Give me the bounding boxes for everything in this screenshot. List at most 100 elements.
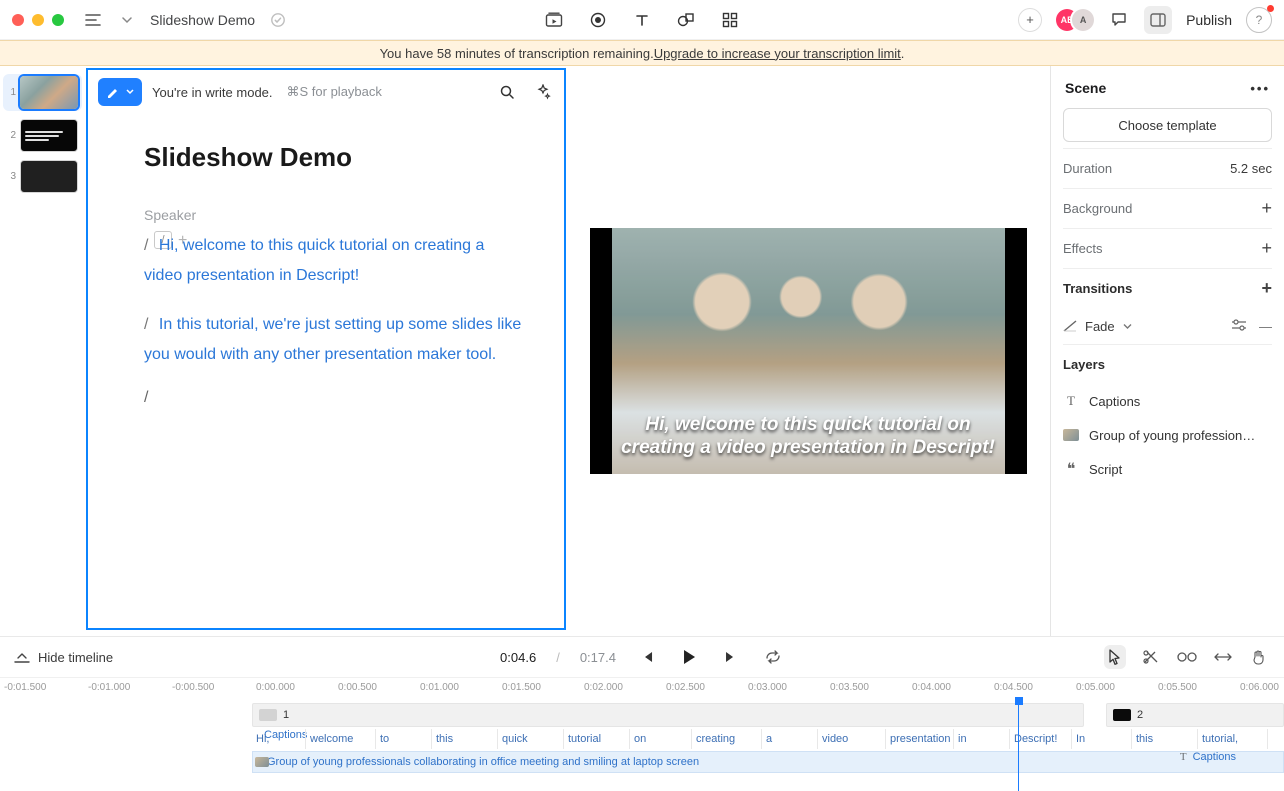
timeline-word[interactable]: video xyxy=(818,729,886,749)
scene-rail-item-1[interactable]: 1 xyxy=(3,74,82,111)
zoom-window-icon[interactable] xyxy=(52,14,64,26)
playhead[interactable] xyxy=(1018,699,1019,791)
media-library-button[interactable] xyxy=(543,9,565,31)
hide-timeline-label: Hide timeline xyxy=(38,650,113,665)
chevron-down-icon[interactable] xyxy=(1123,322,1132,331)
ruler-tick: 0:00.000 xyxy=(256,682,295,693)
templates-grid-button[interactable] xyxy=(719,9,741,31)
document-title[interactable]: Slideshow Demo xyxy=(144,142,524,173)
titlebar: Slideshow Demo + AB A xyxy=(0,0,1284,40)
timeline-word[interactable]: on xyxy=(630,729,692,749)
inspector-toggle-button[interactable] xyxy=(1144,6,1172,34)
inspector-more-button[interactable]: ••• xyxy=(1250,81,1270,96)
resize-tool-button[interactable] xyxy=(1212,646,1234,668)
script-paragraph[interactable]: / Hi, welcome to this quick tutorial on … xyxy=(144,231,524,292)
effects-row[interactable]: Effects + xyxy=(1063,228,1272,268)
timeline-scene-1[interactable]: 1 xyxy=(252,703,1084,727)
background-row[interactable]: Background + xyxy=(1063,188,1272,228)
timeline-word[interactable]: in xyxy=(954,729,1010,749)
image-layer-icon xyxy=(1063,429,1079,441)
ruler-tick: -0:01.500 xyxy=(4,682,46,693)
timeline-word[interactable]: welcome xyxy=(306,729,376,749)
word-track[interactable]: Hi,welcometothisquicktutorialoncreatinga… xyxy=(252,729,1284,753)
transition-fade-row[interactable]: Fade — xyxy=(1063,308,1272,344)
layers-heading: Layers xyxy=(1063,357,1105,372)
script-text[interactable]: Hi, welcome to this quick tutorial on cr… xyxy=(144,237,484,284)
skip-back-button[interactable] xyxy=(636,646,658,668)
pointer-tool-button[interactable] xyxy=(1104,645,1126,669)
timeline-word[interactable]: Descript! xyxy=(1010,729,1072,749)
image-track[interactable]: Group of young professionals collaborati… xyxy=(252,751,1284,773)
timeline-word[interactable]: this xyxy=(432,729,498,749)
project-menu-chevron-icon[interactable] xyxy=(116,9,138,31)
timeline-scene-2[interactable]: 2 xyxy=(1106,703,1284,727)
text-tool-button[interactable] xyxy=(631,9,653,31)
avatar-a[interactable]: A xyxy=(1072,9,1094,31)
comments-button[interactable] xyxy=(1108,9,1130,31)
speaker-label[interactable]: Speaker xyxy=(144,207,524,223)
project-title[interactable]: Slideshow Demo xyxy=(150,12,255,28)
add-effect-button[interactable]: + xyxy=(1261,238,1272,259)
layer-script[interactable]: ❝ Script xyxy=(1063,452,1272,486)
scene-rail-item-2[interactable]: 2 xyxy=(6,119,79,152)
timeline-word[interactable]: quick xyxy=(498,729,564,749)
add-transition-button[interactable]: + xyxy=(1261,278,1272,299)
scene-rail-number: 1 xyxy=(6,87,16,98)
window-controls xyxy=(12,14,64,26)
script-text[interactable]: In this tutorial, we're just setting up … xyxy=(144,316,521,363)
video-canvas[interactable]: Hi, welcome to this quick tutorial on cr… xyxy=(590,228,1027,474)
timeline-word[interactable]: this xyxy=(1132,729,1198,749)
script-paragraph[interactable]: / In this tutorial, we're just setting u… xyxy=(144,310,524,371)
play-button[interactable] xyxy=(678,646,700,668)
empty-scene-slash[interactable]: / xyxy=(144,389,524,407)
scene-rail-number: 2 xyxy=(6,130,16,141)
editor-toolbar: You're in write mode. ⌘S for playback xyxy=(88,70,564,114)
timeline-tracks: 1 2 Captions Hi,welcometothisquicktutori… xyxy=(0,699,1284,791)
ruler-tick: 0:04.000 xyxy=(912,682,951,693)
project-menu-button[interactable] xyxy=(82,9,104,31)
upgrade-link[interactable]: Upgrade to increase your transcription l… xyxy=(654,46,901,61)
timeline-word[interactable]: tutorial xyxy=(564,729,630,749)
scene-rail-item-3[interactable]: 3 xyxy=(6,160,79,193)
scene-track[interactable]: 1 2 xyxy=(252,703,1284,727)
hand-tool-button[interactable] xyxy=(1248,646,1270,668)
blade-tool-button[interactable] xyxy=(1140,646,1162,668)
transition-settings-icon[interactable] xyxy=(1231,319,1247,331)
layer-captions[interactable]: T Captions xyxy=(1063,384,1272,418)
timeline-word[interactable]: tutorial, xyxy=(1198,729,1268,749)
minimize-window-icon[interactable] xyxy=(32,14,44,26)
close-window-icon[interactable] xyxy=(12,14,24,26)
loop-button[interactable] xyxy=(762,646,784,668)
timeline-ruler[interactable]: -0:01.500-0:01.000-0:00.5000:00.0000:00.… xyxy=(0,677,1284,699)
choose-template-button[interactable]: Choose template xyxy=(1063,108,1272,142)
timeline-word[interactable]: Hi, xyxy=(252,729,306,749)
timeline-word[interactable]: creating xyxy=(692,729,762,749)
layer-image[interactable]: Group of young professionals … xyxy=(1063,418,1272,452)
write-mode-chip[interactable] xyxy=(98,78,142,106)
timeline-word[interactable]: a xyxy=(762,729,818,749)
ruler-tick: 0:02.500 xyxy=(666,682,705,693)
add-background-button[interactable]: + xyxy=(1261,198,1272,219)
ai-sparkle-button[interactable] xyxy=(532,81,554,103)
caption-line-1: Hi, welcome to this quick tutorial on xyxy=(610,413,1007,437)
timeline-word[interactable]: In xyxy=(1072,729,1132,749)
remove-transition-button[interactable]: — xyxy=(1259,319,1272,334)
record-button[interactable] xyxy=(587,9,609,31)
help-button[interactable]: ? xyxy=(1246,7,1272,33)
transitions-heading: Transitions xyxy=(1063,281,1132,296)
search-script-button[interactable] xyxy=(496,81,518,103)
script-document[interactable]: Slideshow Demo Speaker / + / Hi, welcome… xyxy=(88,114,564,427)
skip-forward-button[interactable] xyxy=(720,646,742,668)
shapes-button[interactable] xyxy=(675,9,697,31)
avatars[interactable]: AB A xyxy=(1056,9,1094,31)
captions-track-label[interactable]: Captions xyxy=(1180,751,1236,763)
link-tool-button[interactable] xyxy=(1176,646,1198,668)
duration-row: Duration 5.2 sec xyxy=(1063,148,1272,188)
invite-button[interactable]: + xyxy=(1018,8,1042,32)
timeline-word[interactable]: presentation xyxy=(886,729,954,749)
timeline-word[interactable]: to xyxy=(376,729,432,749)
hide-timeline-button[interactable]: Hide timeline xyxy=(14,650,113,665)
ruler-tick: 0:03.000 xyxy=(748,682,787,693)
publish-button[interactable]: Publish xyxy=(1186,12,1232,28)
ruler-tick: 0:01.000 xyxy=(420,682,459,693)
